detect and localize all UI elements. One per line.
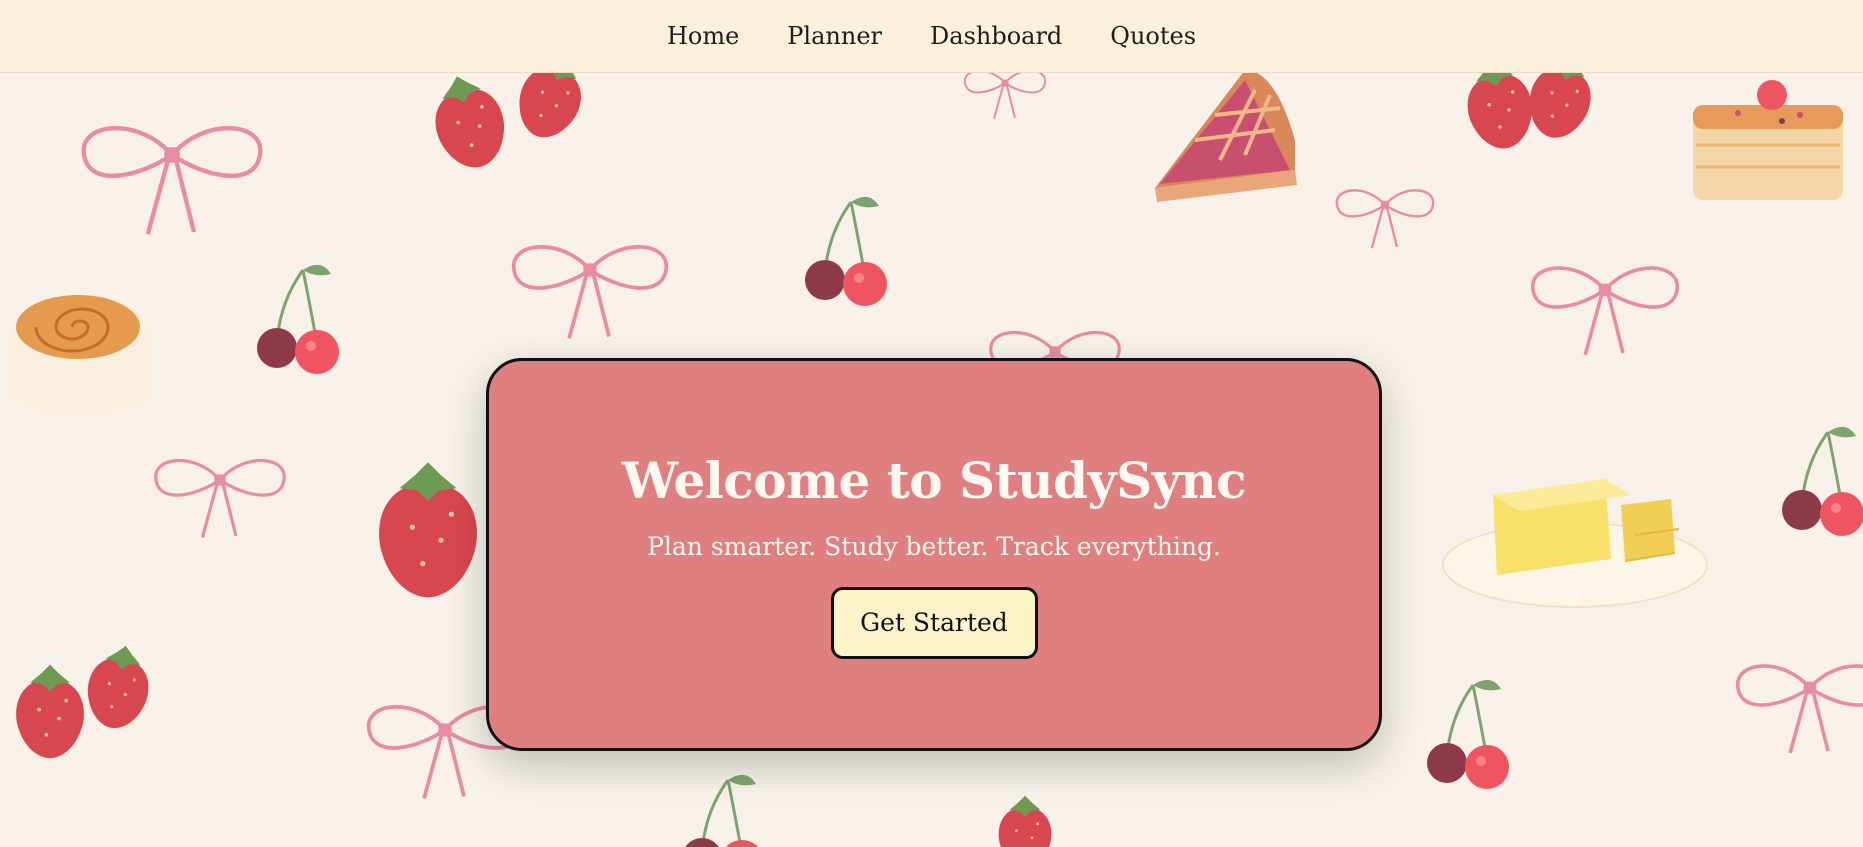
strawberry-icon bbox=[1460, 73, 1539, 154]
cherry-icon bbox=[1425, 678, 1511, 791]
bow-icon bbox=[963, 73, 1047, 120]
strawberry-icon bbox=[508, 73, 594, 147]
hero-card: Welcome to StudySync Plan smarter. Study… bbox=[486, 358, 1382, 751]
cake-icon bbox=[1693, 80, 1843, 200]
nav-link-home[interactable]: Home bbox=[667, 22, 739, 50]
cherry-icon bbox=[680, 773, 766, 847]
cherry-icon bbox=[803, 195, 889, 308]
nav-link-planner[interactable]: Planner bbox=[787, 22, 882, 50]
cinnamon-roll-icon bbox=[8, 294, 152, 416]
get-started-button[interactable]: Get Started bbox=[830, 586, 1038, 659]
hero-title: Welcome to StudySync bbox=[621, 450, 1247, 510]
bow-icon bbox=[1335, 189, 1435, 250]
strawberry-icon bbox=[424, 73, 514, 176]
strawberry-icon bbox=[998, 795, 1052, 847]
bow-icon bbox=[154, 458, 286, 540]
pie-slice-icon bbox=[1155, 73, 1297, 202]
bow-icon bbox=[84, 128, 261, 234]
strawberry-icon bbox=[379, 462, 477, 598]
cherry-icon bbox=[1780, 425, 1863, 538]
nav-link-dashboard[interactable]: Dashboard bbox=[930, 22, 1062, 50]
strawberry-icon bbox=[16, 664, 84, 759]
strawberry-icon bbox=[81, 640, 156, 734]
cherry-icon bbox=[255, 263, 341, 376]
bow-icon bbox=[511, 244, 669, 341]
butter-icon bbox=[1442, 479, 1708, 608]
hero-subtitle: Plan smarter. Study better. Track everyt… bbox=[647, 531, 1221, 561]
nav-link-quotes[interactable]: Quotes bbox=[1110, 22, 1196, 50]
bow-icon bbox=[1530, 266, 1680, 357]
top-navbar: Home Planner Dashboard Quotes bbox=[0, 0, 1863, 73]
bow-icon bbox=[1735, 664, 1863, 755]
strawberry-icon bbox=[1520, 73, 1601, 145]
